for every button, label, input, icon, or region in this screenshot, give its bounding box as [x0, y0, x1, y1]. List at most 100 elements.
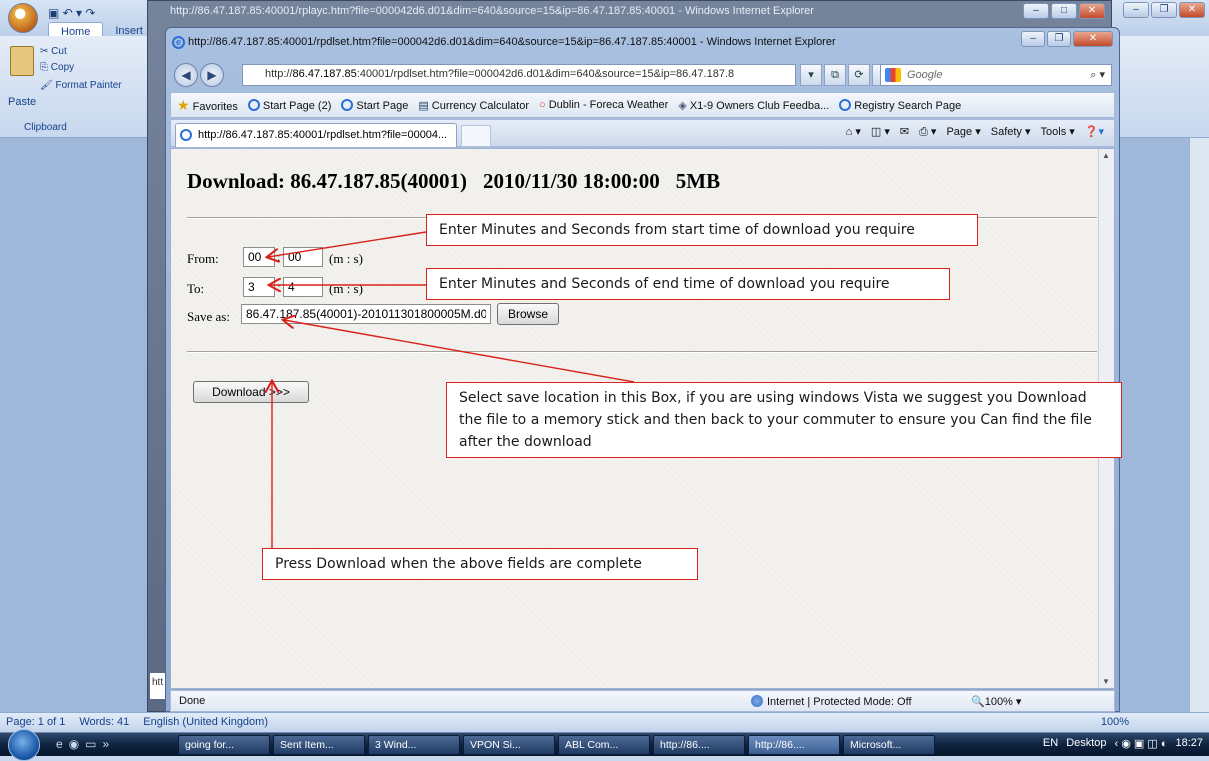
favorite-link[interactable]: ○ Dublin - Foreca Weather — [539, 99, 668, 111]
language-status[interactable]: English (United Kingdom) — [143, 716, 268, 729]
language-indicator[interactable]: EN — [1043, 737, 1058, 750]
page-menu[interactable]: Page ▾ — [946, 125, 980, 139]
ie-page-icon — [180, 129, 192, 141]
address-bar[interactable]: http://86.47.187.85:40001/rpdlset.htm?fi… — [242, 64, 796, 86]
taskbar-item[interactable]: VPON Si... — [463, 735, 555, 755]
favorite-link[interactable]: ▤ Currency Calculator — [418, 99, 529, 112]
minimize-icon[interactable]: – — [1023, 3, 1049, 19]
download-size: 5MB — [675, 169, 721, 193]
clock[interactable]: 18:27 — [1175, 737, 1203, 750]
search-box[interactable]: Google ⌕ ▾ — [880, 64, 1112, 86]
close-icon[interactable]: ✕ — [1179, 2, 1205, 18]
taskbar-item[interactable]: Sent Item... — [273, 735, 365, 755]
chrome-icon[interactable]: ◉ — [69, 737, 79, 751]
restore-icon[interactable]: ❐ — [1151, 2, 1177, 18]
to-seconds-input[interactable] — [283, 277, 323, 297]
ie-logo-icon: e — [172, 36, 185, 49]
ie-window: e http://86.47.187.85:40001/rpdlset.htm?… — [165, 27, 1120, 712]
favorites-label: Favorites — [192, 100, 238, 113]
new-tab-button[interactable] — [461, 125, 491, 147]
favorites-button[interactable]: ★ Favorites — [177, 97, 238, 114]
page-title: Download: 86.47.187.85(40001) 2010/11/30 … — [187, 169, 736, 194]
word-count[interactable]: Words: 41 — [79, 716, 129, 729]
more-icon[interactable]: » — [103, 737, 110, 751]
feeds-icon[interactable]: ◫ ▾ — [871, 125, 890, 139]
from-seconds-input[interactable] — [283, 247, 323, 267]
dropdown-icon[interactable]: ▾ — [800, 64, 822, 86]
home-icon[interactable]: ⌂ ▾ — [846, 125, 861, 139]
cut-button[interactable]: ✂ Cut — [40, 46, 67, 57]
taskbar-item[interactable]: Microsoft... — [843, 735, 935, 755]
quick-access-toolbar[interactable]: ▣ ↶ ▾ ↷ — [48, 6, 95, 20]
download-datetime: 2010/11/30 18:00:00 — [483, 169, 660, 193]
browse-button[interactable]: Browse — [497, 303, 560, 325]
ie-page-icon — [341, 98, 354, 111]
browser-tab[interactable]: http://86.47.187.85:40001/rpdlset.htm?fi… — [175, 123, 457, 147]
favorite-link[interactable]: Registry Search Page — [839, 98, 962, 112]
favorite-link[interactable]: Start Page — [341, 98, 408, 112]
callout-start-time: Enter Minutes and Seconds from start tim… — [426, 214, 978, 246]
ie-icon[interactable]: e — [56, 737, 63, 751]
minimize-icon[interactable]: – — [1021, 31, 1045, 47]
browser-tab-title: http://86.47.187.85:40001/rpdlset.htm?fi… — [198, 129, 448, 141]
taskbar-item[interactable]: http://86.... — [653, 735, 745, 755]
scroll-down-icon[interactable]: ▼ — [1102, 677, 1110, 686]
favorite-link-label: Start Page (2) — [262, 99, 332, 112]
download-button[interactable]: Download >>> — [193, 381, 309, 403]
restore-icon[interactable]: ❐ — [1047, 31, 1071, 47]
callout-download: Press Download when the above fields are… — [262, 548, 698, 580]
taskbar-item[interactable]: 3 Wind... — [368, 735, 460, 755]
search-icon[interactable]: ⌕ ▾ — [1090, 68, 1105, 82]
close-icon[interactable]: ✕ — [1079, 3, 1105, 19]
favorite-link-label: Registry Search Page — [854, 99, 962, 112]
back-arrow-icon[interactable]: ◀ — [174, 63, 198, 87]
page-count: Page: 1 of 1 — [6, 716, 66, 728]
cut-label: Cut — [51, 46, 67, 57]
address-host: 86.47.187.85 — [292, 68, 357, 80]
safety-menu[interactable]: Safety ▾ — [991, 125, 1031, 139]
forward-arrow-icon[interactable]: ▶ — [200, 63, 224, 87]
security-zone[interactable]: Internet | Protected Mode: Off — [751, 695, 912, 708]
paste-icon[interactable] — [10, 46, 34, 76]
help-icon[interactable]: ❓▾ — [1085, 125, 1104, 139]
taskbar: e ◉ ▭ » going for... Sent Item... 3 Wind… — [0, 729, 1209, 761]
word-zoom-level[interactable]: 100% — [1101, 716, 1129, 728]
google-logo-icon — [885, 68, 901, 82]
show-desktop-icon[interactable]: ▭ — [85, 737, 96, 751]
office-button-icon[interactable] — [8, 3, 38, 33]
favorite-link-label: Dublin - Foreca Weather — [548, 99, 669, 111]
tray-icons[interactable]: ‹ ◉ ▣ ◫ ◐ — [1115, 737, 1168, 750]
tools-menu[interactable]: Tools ▾ — [1041, 125, 1075, 139]
save-as-field[interactable] — [241, 304, 491, 324]
favorites-bar: ★ Favorites Start Page (2) Start Page ▤ … — [170, 92, 1115, 118]
to-minutes-input[interactable] — [243, 277, 275, 297]
favorite-link[interactable]: ◈ X1-9 Owners Club Feedba... — [678, 99, 829, 112]
paste-button[interactable]: Paste — [8, 96, 36, 108]
copy-button[interactable]: ⎘ Copy — [40, 62, 74, 73]
taskbar-item[interactable]: going for... — [178, 735, 270, 755]
from-minutes-input[interactable] — [243, 247, 275, 267]
maximize-icon[interactable]: □ — [1051, 3, 1077, 19]
time-separator: : — [277, 279, 281, 294]
close-icon[interactable]: ✕ — [1073, 31, 1113, 47]
refresh-icon[interactable]: ⟳ — [848, 64, 870, 86]
desktop-toolbar[interactable]: Desktop — [1066, 737, 1106, 750]
ie-window-controls: – ❐ ✕ — [1021, 31, 1113, 47]
compatibility-icon[interactable]: ⧉ — [824, 64, 846, 86]
favorite-link-label: Currency Calculator — [431, 99, 529, 112]
word-window-controls: – ❐ ✕ — [1123, 2, 1205, 18]
format-painter-button[interactable]: 🖌 Format Painter — [40, 80, 122, 91]
ie-zoom-level[interactable]: 🔍100% ▾ — [971, 695, 1021, 708]
star-icon: ★ — [177, 96, 190, 113]
taskbar-item[interactable]: http://86.... — [748, 735, 840, 755]
mail-icon[interactable]: ✉ — [900, 125, 909, 139]
print-icon[interactable]: ⎙ ▾ — [919, 125, 936, 139]
minimize-icon[interactable]: – — [1123, 2, 1149, 18]
weather-icon: ○ — [539, 99, 549, 111]
start-button[interactable] — [8, 729, 40, 761]
taskbar-item[interactable]: ABL Com... — [558, 735, 650, 755]
word-vertical-scrollbar[interactable] — [1189, 138, 1209, 712]
system-tray: EN Desktop ‹ ◉ ▣ ◫ ◐ 18:27 — [1043, 737, 1203, 750]
scroll-up-icon[interactable]: ▲ — [1102, 151, 1110, 160]
favorite-link[interactable]: Start Page (2) — [247, 98, 332, 112]
